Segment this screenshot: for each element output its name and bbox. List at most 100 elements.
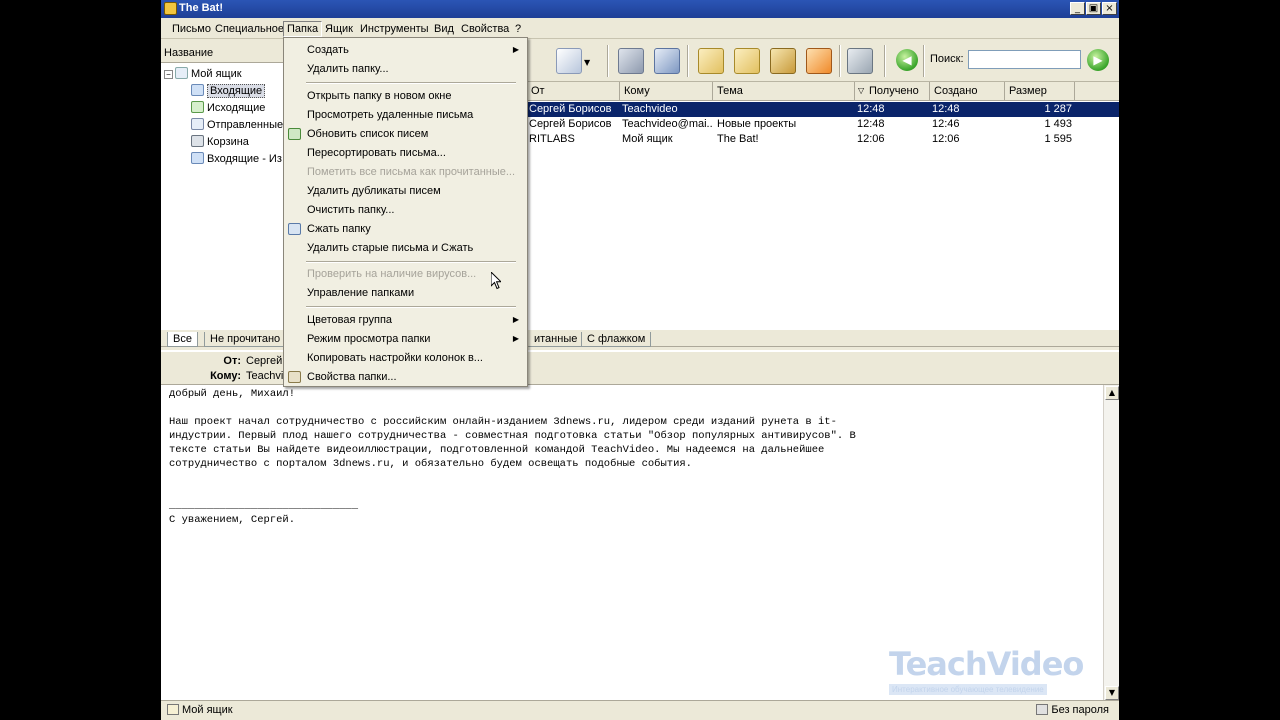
- close-button[interactable]: ×: [1102, 2, 1117, 15]
- tab-all[interactable]: Все: [167, 332, 198, 347]
- column-to[interactable]: Кому: [620, 82, 713, 101]
- tree-item-trash[interactable]: Корзина: [191, 135, 249, 151]
- menu-item-compress[interactable]: Сжать папку: [284, 220, 527, 239]
- cell-to: Teachvideo: [622, 103, 678, 115]
- menu-item-label: Свойства папки...: [307, 371, 397, 383]
- column-subject[interactable]: Тема: [713, 82, 855, 101]
- toolbar-separator: [839, 45, 841, 77]
- menu-separator: [306, 306, 516, 308]
- tab-unread[interactable]: Не прочитано: [204, 332, 287, 347]
- cell-size: 1 287: [1044, 103, 1072, 115]
- search-input[interactable]: [968, 50, 1081, 69]
- mailbox-icon: [167, 704, 179, 715]
- menu-help[interactable]: ?: [512, 22, 524, 38]
- tree-item-label: Входящие - Из: [207, 153, 282, 165]
- tree-item-outbox[interactable]: Исходящие: [191, 101, 265, 117]
- menu-letter[interactable]: Письмо: [169, 22, 214, 38]
- tree-item-inbox[interactable]: Входящие: [191, 84, 266, 100]
- menu-item-empty-folder[interactable]: Очистить папку...: [284, 201, 527, 220]
- body-paragraph: Наш проект начал сотрудничество с россий…: [169, 416, 856, 470]
- menu-view[interactable]: Вид: [431, 22, 457, 38]
- tree-item-label: Исходящие: [207, 102, 266, 114]
- message-text: добрый день, Михаил! Наш проект начал со…: [169, 387, 1094, 527]
- minimize-button[interactable]: _: [1070, 2, 1085, 15]
- mailbox-icon: [175, 67, 188, 79]
- tree-item-label: Корзина: [207, 136, 249, 148]
- menu-folder[interactable]: Папка: [283, 21, 323, 37]
- tree-root-mailbox[interactable]: − Мой ящик: [164, 67, 242, 83]
- compose-dropdown-arrow[interactable]: ▼: [584, 58, 590, 67]
- tree-root-label: Мой ящик: [191, 68, 242, 80]
- the-bat-app-icon: [164, 2, 177, 15]
- folder-icon[interactable]: [698, 48, 724, 74]
- menu-item-label: Цветовая группа: [307, 314, 393, 326]
- toolbar-separator: [607, 45, 609, 77]
- submenu-arrow-icon: ▶: [512, 334, 519, 343]
- title-bar: The Bat! _ ▣ ×: [161, 0, 1119, 18]
- tree-header[interactable]: Название: [161, 43, 286, 63]
- scroll-up-icon[interactable]: ▲: [1105, 386, 1119, 400]
- forward-icon[interactable]: ▶: [1087, 49, 1109, 71]
- column-created[interactable]: Создано: [930, 82, 1005, 101]
- menu-item-delete-folder[interactable]: Удалить папку...: [284, 60, 527, 79]
- message-row[interactable]: RITLABS Мой ящик The Bat! 12:06 12:06 1 …: [527, 132, 1119, 147]
- cell-created: 12:48: [932, 103, 960, 115]
- tree-item-inbox-2[interactable]: Входящие - Из: [191, 152, 282, 168]
- to-value[interactable]: Teachvi: [246, 370, 283, 382]
- scroll-down-icon[interactable]: ▼: [1105, 686, 1119, 700]
- menu-item-remove-duplicates[interactable]: Удалить дубликаты писем: [284, 182, 527, 201]
- collapse-icon[interactable]: −: [164, 70, 173, 79]
- from-value[interactable]: Сергей: [246, 355, 282, 367]
- status-mailbox: Мой ящик: [167, 704, 233, 716]
- sort-descending-icon: ▽: [858, 86, 865, 95]
- message-body[interactable]: добрый день, Михаил! Наш проект начал со…: [161, 384, 1119, 701]
- maximize-button[interactable]: ▣: [1086, 2, 1101, 15]
- outbox-icon: [191, 101, 204, 113]
- menu-item-delete-old-compress[interactable]: Удалить старые письма и Сжать: [284, 239, 527, 258]
- message-row[interactable]: Сергей Борисов Teachvideo@mai... Новые п…: [527, 117, 1119, 132]
- menu-mailbox[interactable]: Ящик: [322, 22, 356, 38]
- cell-size: 1 595: [1044, 133, 1072, 145]
- menu-item-folder-properties[interactable]: Свойства папки...: [284, 368, 527, 387]
- check-mail-icon[interactable]: [654, 48, 680, 74]
- address-book-icon[interactable]: [618, 48, 644, 74]
- folder-tree-icon[interactable]: [806, 48, 832, 74]
- folder-menu-dropdown: Создать ▶ Удалить папку... Открыть папку …: [283, 37, 528, 387]
- menu-item-color-group[interactable]: Цветовая группа ▶: [284, 311, 527, 330]
- menu-item-view-mode[interactable]: Режим просмотра папки ▶: [284, 330, 527, 349]
- column-from[interactable]: От: [527, 82, 620, 101]
- toolbar-separator: [923, 45, 925, 77]
- menu-item-copy-columns[interactable]: Копировать настройки колонок в...: [284, 349, 527, 368]
- new-folder-icon[interactable]: [734, 48, 760, 74]
- refresh-icon: [288, 128, 301, 140]
- message-row[interactable]: Сергей Борисов Teachvideo 12:48 12:48 1 …: [527, 102, 1119, 117]
- toolbar-separator: [884, 45, 886, 77]
- back-icon[interactable]: ◀: [896, 49, 918, 71]
- tree-item-label: Отправленные: [207, 119, 284, 131]
- tree-item-sent[interactable]: Отправленные: [191, 118, 283, 134]
- menu-properties[interactable]: Свойства: [458, 22, 512, 38]
- compress-icon: [288, 223, 301, 235]
- cell-received: 12:48: [857, 103, 885, 115]
- menu-bar: Письмо Специальное Папка Ящик Инструмент…: [161, 19, 1119, 39]
- menu-item-view-deleted[interactable]: Просмотреть удаленные письма: [284, 106, 527, 125]
- menu-tools[interactable]: Инструменты: [357, 22, 432, 38]
- menu-item-resort[interactable]: Пересортировать письма...: [284, 144, 527, 163]
- menu-item-open-new-window[interactable]: Открыть папку в новом окне: [284, 87, 527, 106]
- filter-icon[interactable]: [847, 48, 873, 74]
- compose-icon[interactable]: [556, 48, 582, 74]
- column-size[interactable]: Размер: [1005, 82, 1075, 101]
- column-received[interactable]: Получено: [865, 82, 930, 101]
- folder-stats-icon[interactable]: [770, 48, 796, 74]
- signature-line: ______________________________: [169, 500, 359, 512]
- status-mailbox-label: Мой ящик: [182, 704, 233, 716]
- tab-flagged[interactable]: С флажком: [581, 332, 652, 347]
- menu-separator: [306, 82, 516, 84]
- menu-item-create[interactable]: Создать ▶: [284, 41, 527, 60]
- status-bar: Мой ящик Без пароля: [161, 700, 1119, 720]
- menu-special[interactable]: Специальное: [212, 22, 287, 38]
- menu-item-refresh-list[interactable]: Обновить список писем: [284, 125, 527, 144]
- body-scrollbar[interactable]: ▲ ▼: [1103, 385, 1119, 701]
- tab-read[interactable]: итанные: [529, 332, 584, 347]
- menu-item-label: Режим просмотра папки: [307, 333, 431, 345]
